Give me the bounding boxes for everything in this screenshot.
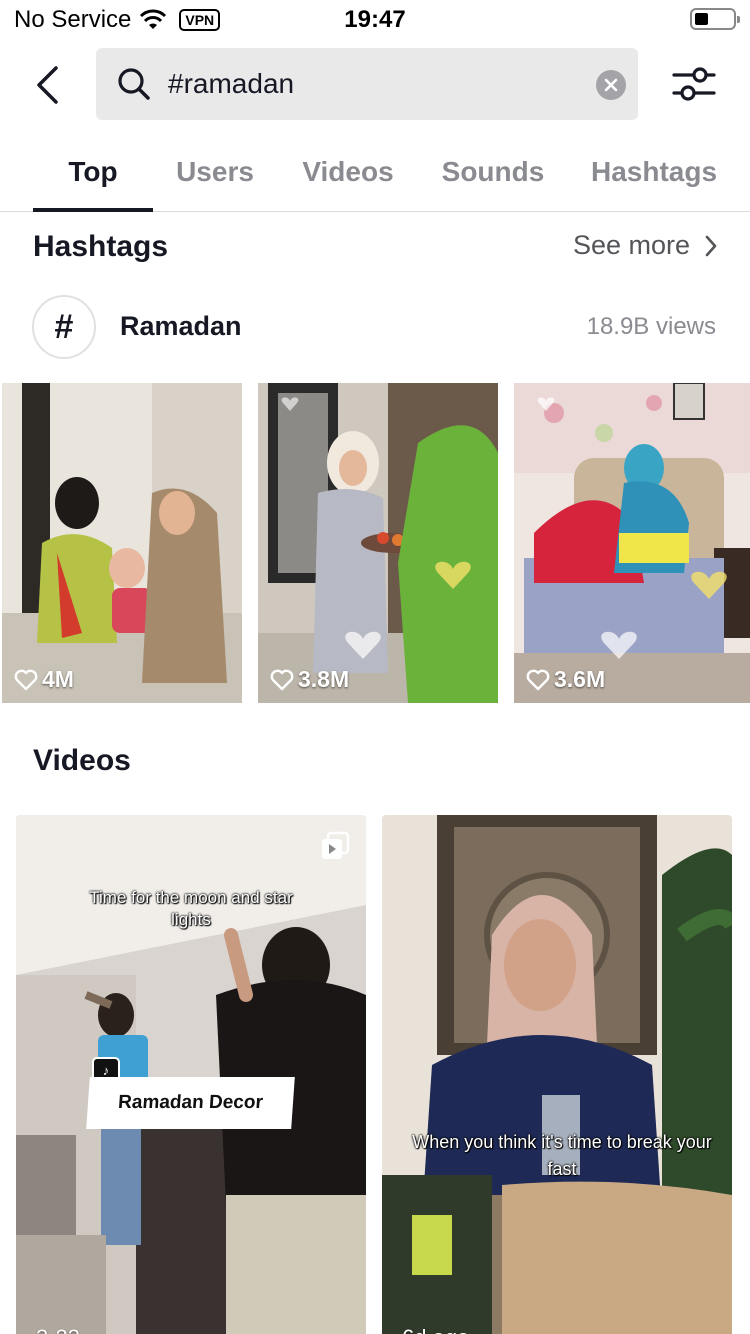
search-query[interactable]: #ramadan (168, 48, 294, 120)
heart-outline-icon (14, 669, 38, 690)
video-thumbnail-image (2, 383, 242, 703)
hashtag-icon: # (32, 295, 96, 359)
like-count: 4M (14, 666, 74, 693)
back-button[interactable] (22, 60, 72, 110)
status-bar: No Service VPN 19:47 (0, 0, 750, 40)
hashtag-result-ramadan[interactable]: # Ramadan 18.9B views (32, 295, 718, 359)
videos-section-title: Videos (33, 744, 131, 777)
like-count: 3.8M (270, 666, 349, 693)
hashtag-video-thumbnail[interactable]: 4M (2, 383, 242, 703)
video-card[interactable]: When you think it's time to break your f… (382, 815, 732, 1334)
video-thumbnail-image (382, 815, 732, 1334)
tab-videos[interactable]: Videos (290, 140, 406, 212)
search-input[interactable]: #ramadan (96, 48, 638, 120)
like-count-value: 3.8M (298, 666, 350, 692)
like-count: 3.6M (526, 666, 605, 693)
chevron-right-icon (705, 235, 717, 256)
hashtag-name: Ramadan (120, 311, 242, 341)
like-count-value: 3.6M (554, 666, 606, 692)
filter-button[interactable] (668, 62, 720, 106)
tab-sounds[interactable]: Sounds (428, 140, 558, 212)
tab-top[interactable]: Top (33, 140, 153, 212)
video-thumbnail-image (258, 383, 498, 703)
close-icon (604, 78, 618, 92)
chevron-left-icon (37, 66, 58, 104)
heart-outline-icon (526, 669, 550, 690)
active-tab-indicator (33, 208, 153, 212)
battery-icon (690, 8, 740, 30)
search-icon (118, 68, 150, 100)
clear-search-button[interactable] (596, 70, 626, 100)
sliders-icon (672, 67, 716, 101)
video-caption: Time for the moon and star lights (89, 888, 293, 929)
video-caption: When you think it's time to break your f… (412, 1132, 712, 1179)
tab-users[interactable]: Users (160, 140, 270, 212)
hashtags-section-title: Hashtags (33, 230, 169, 263)
multi-video-icon (320, 831, 350, 866)
video-card[interactable]: Time for the moon and star lights ♪ Rama… (16, 815, 366, 1334)
video-date: 6d ago (402, 1325, 469, 1334)
like-count-value: 4M (42, 666, 74, 692)
search-results-screen: No Service VPN 19:47 #ramadan Top Users … (0, 0, 750, 1334)
hashtag-video-thumbnail[interactable]: 3.8M (258, 383, 498, 703)
hashtag-views: 18.9B views (586, 313, 716, 340)
tab-hashtags[interactable]: Hashtags (582, 140, 726, 212)
clock: 19:47 (344, 6, 406, 33)
hashtag-video-thumbnail[interactable]: 3.6M (514, 383, 750, 703)
see-more-label: See more (572, 230, 690, 260)
video-thumbnail-image (514, 383, 750, 703)
video-date: 3-23 (36, 1325, 80, 1334)
heart-outline-icon (270, 669, 294, 690)
video-text-sticker: Ramadan Decor (86, 1077, 295, 1129)
see-more-link[interactable]: See more (573, 230, 718, 261)
search-tabs: Top Users Videos Sounds Hashtags (0, 140, 750, 212)
